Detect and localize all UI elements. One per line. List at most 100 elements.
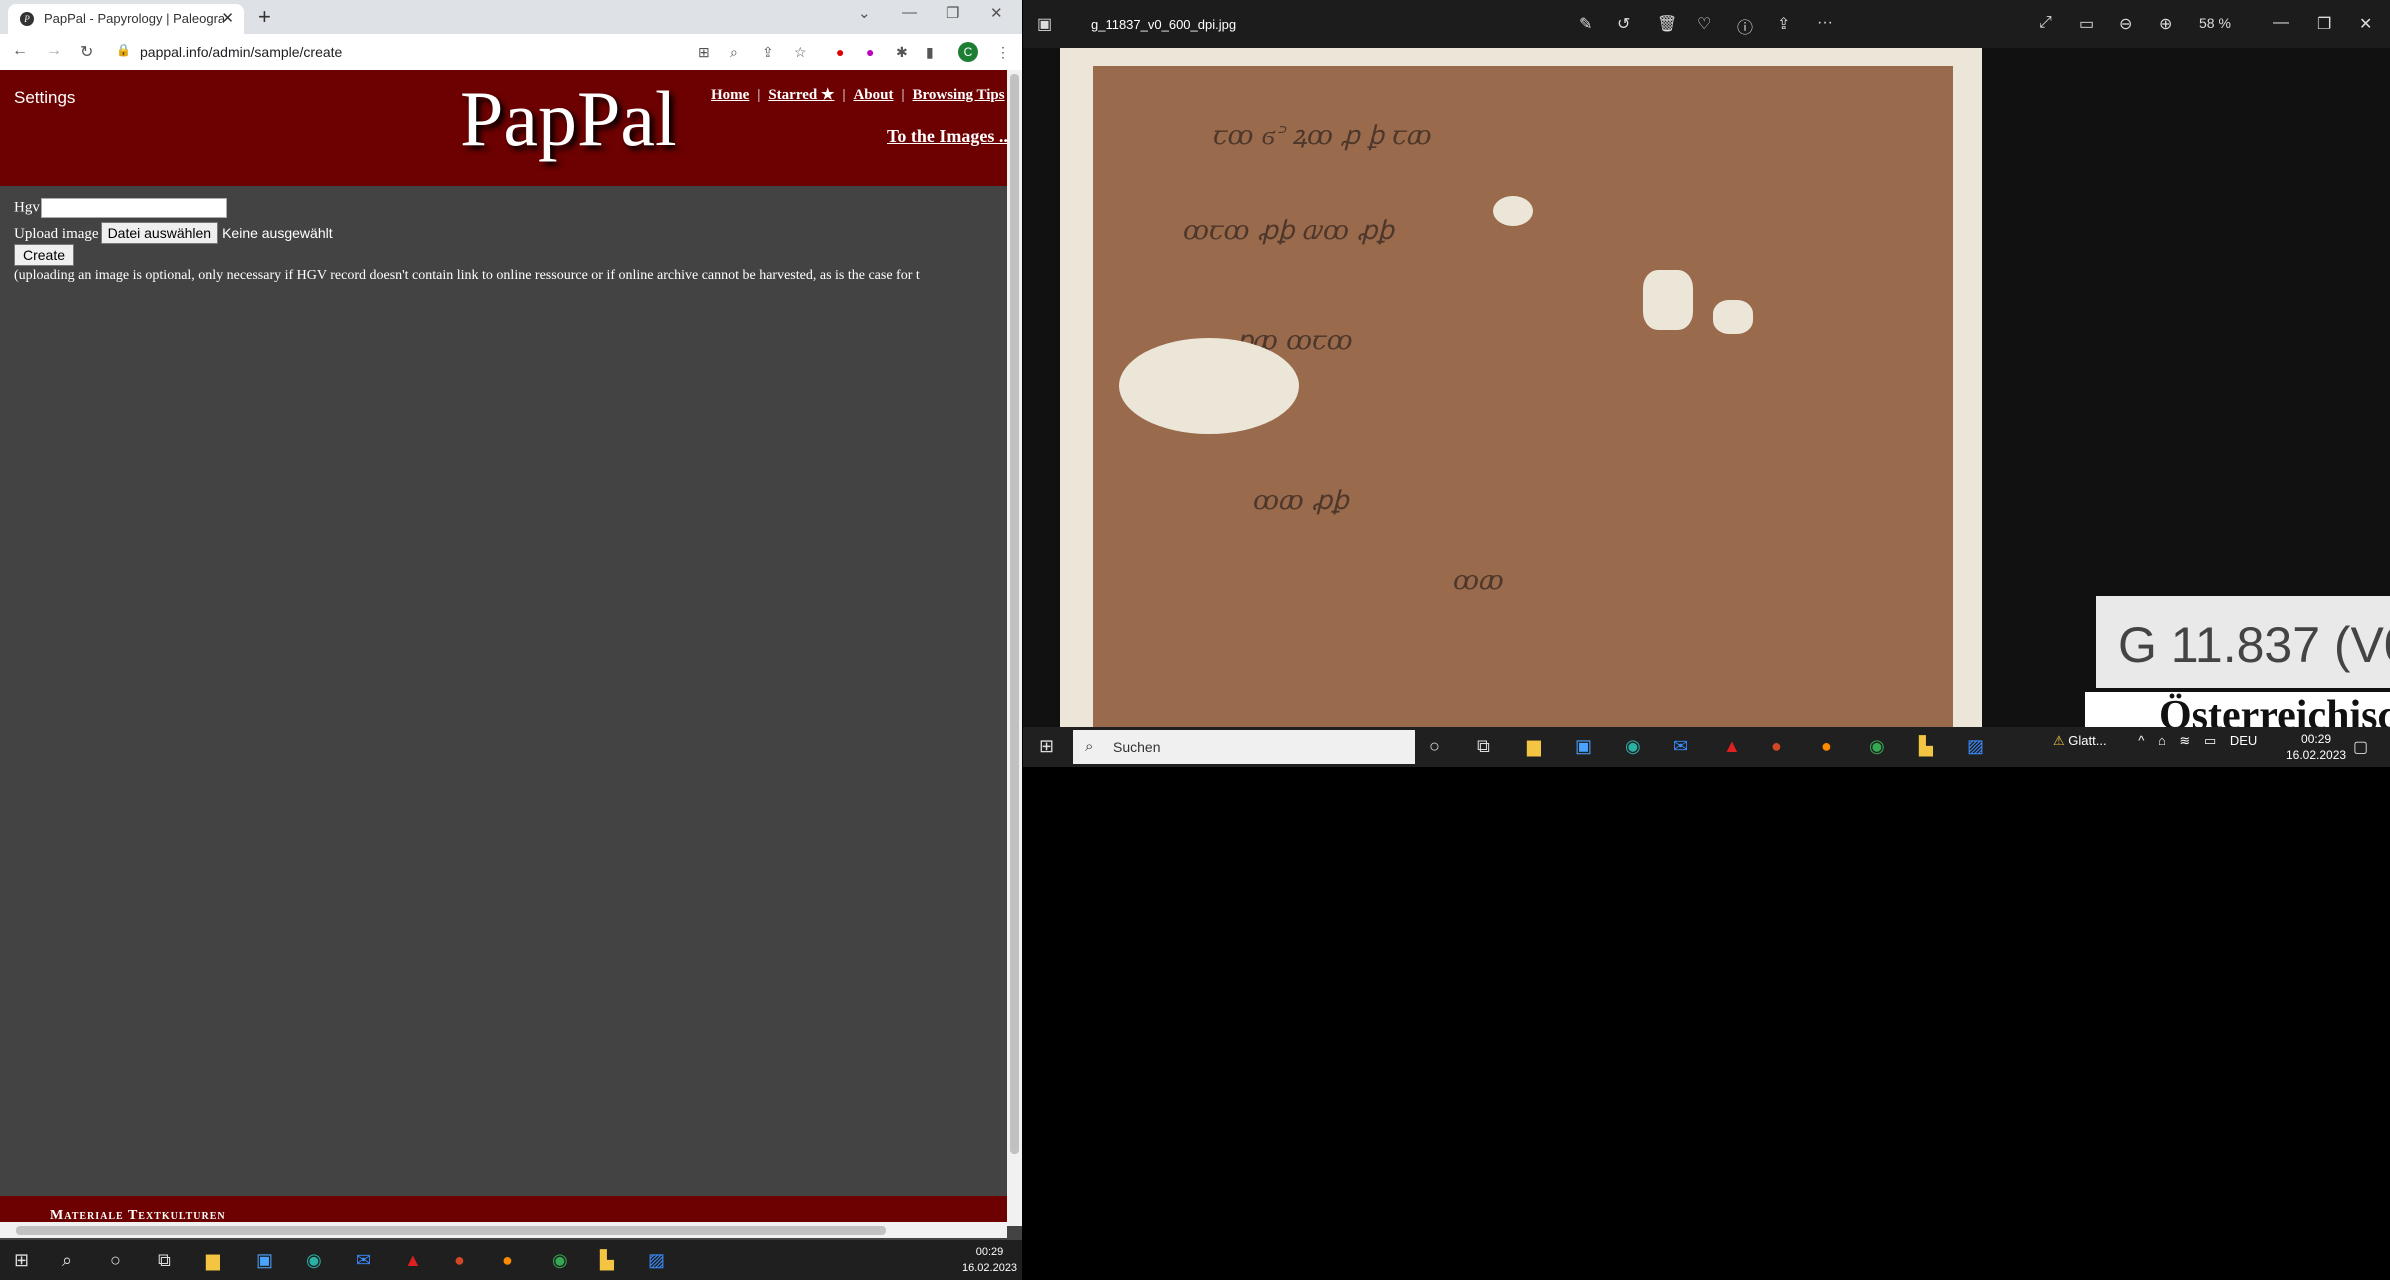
extension-icon[interactable]: ●	[836, 44, 844, 60]
language-indicator[interactable]: DEU	[2230, 733, 2257, 748]
inventory-number: G 11.837 (V0	[2118, 617, 2390, 673]
chrome-icon[interactable]: ◉	[552, 1250, 568, 1271]
battery-icon[interactable]: ▭	[2204, 733, 2216, 748]
zoom-icon[interactable]: ⌕	[730, 44, 738, 61]
hgv-row: Hgv	[14, 198, 227, 218]
delete-icon[interactable]: 🗑	[1657, 14, 1677, 34]
restore-icon[interactable]: ❐	[2317, 14, 2331, 34]
create-button[interactable]: Create	[14, 244, 75, 266]
edit-icon[interactable]: ✎	[1579, 14, 1592, 34]
photos-icon[interactable]: ▨	[648, 1250, 665, 1271]
to-images-link[interactable]: To the Images ...	[887, 126, 1012, 147]
gallery-icon[interactable]: ▣	[1037, 14, 1052, 34]
firefox-icon[interactable]: ●	[1821, 736, 1832, 757]
powerpoint-icon[interactable]: ●	[454, 1250, 465, 1271]
menu-kebab-icon[interactable]: ⋮	[996, 44, 1010, 61]
papyrus-writing: ꝏꜵ ꝓꝧ	[1253, 486, 1349, 516]
notes-icon[interactable]: ▙	[600, 1250, 614, 1271]
browser-tab[interactable]: P PapPal - Papyrology | Paleography ✕	[8, 4, 244, 34]
horizontal-scrollbar[interactable]	[0, 1222, 1007, 1238]
cortana-icon[interactable]: ○	[110, 1250, 121, 1271]
rotate-icon[interactable]: ↺	[1617, 14, 1630, 34]
tab-strip: P PapPal - Papyrology | Paleography ✕ + …	[0, 0, 1022, 34]
task-view-icon[interactable]: ⧉	[1477, 736, 1490, 757]
tab-search-icon[interactable]: ⌄	[858, 4, 871, 22]
weather-text[interactable]: Glatt...	[2068, 733, 2106, 748]
close-window-icon[interactable]: ✕	[990, 4, 1003, 22]
info-icon[interactable]: ⓘ	[1737, 14, 1753, 38]
nav-starred[interactable]: Starred ★	[768, 87, 834, 103]
restore-icon[interactable]: ❐	[946, 4, 959, 22]
windows-start-icon[interactable]: ⊞	[1039, 736, 1054, 757]
edge-icon[interactable]: ◉	[306, 1250, 322, 1271]
address-bar: ← → ↻ 🔒 pappal.info/admin/sample/create …	[0, 34, 1022, 71]
photos-icon[interactable]: ▨	[1967, 736, 1984, 757]
firefox-icon[interactable]: ●	[502, 1250, 513, 1271]
close-tab-icon[interactable]: ✕	[221, 9, 234, 27]
share-icon[interactable]: ⇪	[1777, 14, 1790, 34]
nav-about[interactable]: About	[853, 87, 893, 103]
minimize-icon[interactable]: —	[902, 4, 917, 21]
scroll-thumb[interactable]	[16, 1226, 886, 1235]
wifi-icon[interactable]: ≋	[2179, 733, 2190, 748]
new-tab-icon[interactable]: +	[258, 4, 271, 30]
search-icon[interactable]: ⌕	[62, 1250, 72, 1271]
acrobat-icon[interactable]: ▲	[1723, 736, 1741, 757]
store-icon[interactable]: ▣	[1575, 736, 1592, 757]
minimize-icon[interactable]: —	[2273, 14, 2289, 32]
profile-avatar[interactable]: C	[958, 42, 978, 62]
warning-icon[interactable]: ⚠	[2053, 733, 2065, 748]
choose-file-button[interactable]: Datei auswählen	[100, 222, 219, 244]
chrome-icon[interactable]: ◉	[1869, 736, 1885, 757]
vertical-scrollbar[interactable]	[1007, 70, 1022, 1226]
zoom-level[interactable]: 58 %	[2199, 15, 2231, 31]
side-panel-icon[interactable]: ▮	[926, 44, 934, 61]
extension-icon[interactable]: ●	[866, 44, 874, 60]
back-icon[interactable]: ←	[12, 42, 28, 60]
upload-label: Upload image	[14, 226, 99, 242]
taskbar-search[interactable]: ⌕ Suchen	[1073, 730, 1415, 764]
url-text: pappal.info/admin/sample/create	[140, 44, 343, 60]
reload-icon[interactable]: ↻	[80, 42, 93, 62]
top-nav: Home|Starred ★|About|Browsing Tips|(	[711, 87, 1016, 103]
more-icon[interactable]: ···	[1817, 14, 1833, 32]
zoom-out-icon[interactable]: ⊖	[2119, 14, 2132, 34]
taskbar-clock[interactable]: 00:29 16.02.2023	[962, 1244, 1017, 1276]
store-icon[interactable]: ▣	[256, 1250, 273, 1271]
share-icon[interactable]: ⇪	[762, 44, 774, 61]
file-status: Keine ausgewählt	[222, 225, 333, 241]
settings-link[interactable]: Settings	[14, 88, 75, 108]
fullscreen-icon[interactable]: ⤢	[2039, 14, 2052, 32]
network-icon[interactable]: ⌂	[2158, 733, 2166, 748]
file-explorer-icon[interactable]: ▆	[1527, 736, 1541, 757]
bookmark-star-icon[interactable]: ☆	[794, 44, 807, 61]
zoom-in-icon[interactable]: ⊕	[2159, 14, 2172, 34]
fit-icon[interactable]: ▭	[2079, 14, 2094, 34]
edge-icon[interactable]: ◉	[1625, 736, 1641, 757]
favorite-icon[interactable]: ♡	[1697, 14, 1711, 34]
site-logo[interactable]: PapPal	[460, 74, 677, 164]
close-window-icon[interactable]: ✕	[2359, 14, 2372, 34]
scroll-thumb[interactable]	[1010, 74, 1019, 1154]
inventory-label: G 11.837 (V0	[2096, 596, 2390, 688]
powerpoint-icon[interactable]: ●	[1771, 736, 1782, 757]
tray-chevron-icon[interactable]: ^	[2138, 733, 2144, 748]
taskbar-clock[interactable]: 00:29 16.02.2023	[2286, 731, 2346, 763]
nav-browsing-tips[interactable]: Browsing Tips	[912, 87, 1004, 103]
translate-icon[interactable]: ⊞	[698, 44, 710, 61]
acrobat-icon[interactable]: ▲	[404, 1250, 422, 1271]
cortana-icon[interactable]: ○	[1429, 736, 1440, 757]
file-explorer-icon[interactable]: ▆	[206, 1250, 220, 1271]
windows-start-icon[interactable]: ⊞	[14, 1250, 29, 1271]
extensions-puzzle-icon[interactable]: ✱	[896, 44, 908, 61]
mail-icon[interactable]: ✉	[1673, 736, 1688, 757]
forward-icon[interactable]: →	[46, 42, 62, 60]
notification-icon[interactable]: ▢	[2353, 737, 2368, 757]
task-view-icon[interactable]: ⧉	[158, 1250, 171, 1271]
tab-title: PapPal - Papyrology | Paleography	[44, 11, 224, 26]
mail-icon[interactable]: ✉	[356, 1250, 371, 1271]
nav-home[interactable]: Home	[711, 87, 749, 103]
notes-icon[interactable]: ▙	[1919, 736, 1933, 757]
hgv-input[interactable]	[40, 198, 227, 218]
viewer-filename: g_11837_v0_600_dpi.jpg	[1091, 17, 1237, 32]
